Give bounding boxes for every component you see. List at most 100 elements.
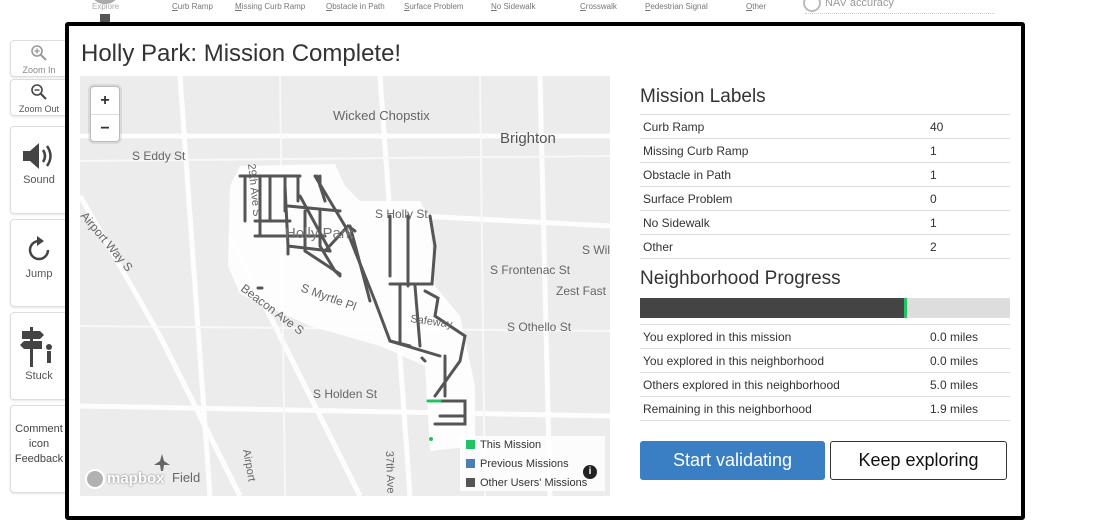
row-value: 1.9 miles	[927, 396, 1010, 421]
mission-labels-title: Mission Labels	[640, 86, 766, 107]
row-label: Others explored in this neighborhood	[640, 372, 927, 397]
table-row: Remaining in this neighborhood 1.9 miles	[640, 396, 1010, 421]
swatch-this-mission	[466, 440, 475, 449]
swatch-other-users	[466, 478, 475, 487]
map-label-holden: S Holden St	[313, 387, 378, 401]
table-row: Obstacle in Path 1	[640, 162, 1010, 187]
map-label-wicked-chopstix: Wicked Chopstix	[333, 108, 430, 123]
row-value: 40	[927, 114, 1010, 139]
nav-accuracy-label: NAV accuracy	[825, 0, 894, 9]
modal-title: Holly Park: Mission Complete!	[81, 40, 402, 67]
map-label-zest: Zest Fast	[556, 284, 607, 298]
row-label: Other	[640, 234, 927, 259]
toolbar-no-sidewalk[interactable]: No Sidewalk	[491, 2, 535, 11]
refresh-icon	[28, 236, 50, 261]
row-label: Surface Problem	[640, 186, 927, 211]
map-zoom-control: + −	[90, 86, 120, 142]
mapbox-icon	[85, 469, 105, 489]
keep-exploring-button[interactable]: Keep exploring	[830, 441, 1007, 480]
table-row: Curb Ramp 40	[640, 114, 1010, 139]
table-row: No Sidewalk 1	[640, 210, 1010, 235]
map-label-37th: 37th Ave S	[383, 451, 397, 496]
table-row: You explored in this mission 0.0 miles	[640, 324, 1010, 349]
toolbar-crosswalk[interactable]: Crosswalk	[580, 2, 617, 11]
comment-icon: Comment icon	[15, 423, 63, 450]
zoom-out-button[interactable]: Zoom Out	[10, 79, 68, 116]
row-label: You explored in this neighborhood	[640, 348, 927, 373]
neighborhood-progress-bar	[640, 298, 1010, 318]
mapbox-label: mapbox	[107, 469, 165, 487]
stuck-button[interactable]: Stuck	[10, 312, 68, 400]
nav-accuracy: NAV accuracy	[803, 0, 894, 12]
map-label-eddy: S Eddy St	[132, 149, 186, 163]
row-value: 1	[927, 210, 1010, 235]
map-label-holly-park: Holly Park	[285, 225, 354, 242]
neighborhood-map[interactable]: Wicked Chopstix Brighton S Eddy St 29th …	[80, 76, 610, 496]
neighborhood-progress-table: You explored in this mission 0.0 miles Yo…	[640, 324, 1010, 421]
map-zoom-out-button[interactable]: −	[91, 114, 119, 142]
map-label-airport: Airport	[240, 448, 257, 482]
action-buttons: Start validating Keep exploring	[640, 441, 1010, 481]
legend-label: Previous Missions	[480, 458, 569, 470]
legend-label: Other Users' Missions	[480, 477, 588, 489]
jump-button[interactable]: Jump	[10, 219, 68, 307]
label-toolbar: Explore Curb Ramp Missing Curb Ramp Obst…	[0, 0, 1106, 22]
zoom-in-label: Zoom In	[22, 65, 56, 75]
explore-indicator	[100, 14, 110, 22]
table-row: Missing Curb Ramp 1	[640, 138, 1010, 163]
row-label: You explored in this mission	[640, 324, 927, 349]
zoom-in-button[interactable]: Zoom In	[10, 40, 68, 77]
table-row: Other 2	[640, 234, 1010, 259]
sound-button[interactable]: Sound	[10, 126, 68, 214]
toolbar-other[interactable]: Other	[746, 2, 766, 11]
map-label-wil: S Wil	[582, 243, 610, 257]
zoom-out-icon	[31, 84, 47, 100]
row-value: 5.0 miles	[927, 372, 1010, 397]
progress-fill	[640, 298, 907, 318]
table-row: Others explored in this neighborhood 5.0 …	[640, 372, 1010, 397]
row-value: 0.0 miles	[927, 324, 1010, 349]
row-label: Missing Curb Ramp	[640, 138, 927, 163]
row-value: 2	[927, 234, 1010, 259]
row-value: 0.0 miles	[927, 348, 1010, 373]
map-legend: This Mission Previous Missions Other Use…	[460, 436, 605, 491]
table-row: Surface Problem 0	[640, 186, 1010, 211]
stuck-label: Stuck	[25, 370, 53, 382]
row-label: Remaining in this neighborhood	[640, 396, 927, 421]
neighborhood-progress-title: Neighborhood Progress	[640, 268, 841, 289]
zoom-in-icon	[31, 45, 47, 61]
toolbar-pedestrian-signal[interactable]: Pedestrian Signal	[645, 2, 708, 11]
feedback-label: Feedback	[14, 453, 64, 465]
jump-label: Jump	[25, 268, 53, 280]
mapbox-logo[interactable]: mapbox	[85, 469, 165, 489]
start-validating-button[interactable]: Start validating	[640, 441, 825, 480]
mission-summary-panel: Mission Labels Curb Ramp 40 Missing Curb …	[640, 86, 1010, 481]
legend-item: Other Users' Missions	[460, 474, 605, 493]
explore-label: Explore	[92, 2, 120, 11]
mission-complete-modal: Holly Park: Mission Complete! Wicked Cho…	[65, 22, 1025, 520]
zoom-out-label: Zoom Out	[18, 104, 59, 114]
toolbar-missing-curb-ramp[interactable]: Missing Curb Ramp	[235, 2, 305, 11]
table-row: You explored in this neighborhood 0.0 mil…	[640, 348, 1010, 373]
legend-label: This Mission	[480, 439, 542, 451]
map-label-othello: S Othello St	[507, 320, 572, 334]
map-zoom-in-button[interactable]: +	[91, 87, 119, 114]
map-label-frontenac: S Frontenac St	[490, 263, 571, 277]
row-label: Curb Ramp	[640, 114, 927, 139]
mission-labels-table: Curb Ramp 40 Missing Curb Ramp 1 Obstacle …	[640, 114, 1010, 259]
info-icon[interactable]: i	[583, 465, 597, 479]
feedback-button[interactable]: Comment icon Feedback	[10, 405, 68, 493]
toolbar-surface-problem[interactable]: Surface Problem	[404, 2, 464, 11]
row-value: 1	[927, 162, 1010, 187]
target-icon	[803, 0, 821, 12]
map-label-holly-st: S Holly St	[375, 207, 428, 221]
divider	[805, 13, 995, 14]
map-label-airport-way: Airport Way S	[80, 209, 136, 274]
speaker-icon	[23, 143, 52, 169]
row-label: Obstacle in Path	[640, 162, 927, 187]
toolbar-obstacle[interactable]: Obstacle in Path	[326, 2, 385, 11]
progress-mission-marker	[904, 298, 908, 318]
toolbar-curb-ramp[interactable]: Curb Ramp	[172, 2, 213, 11]
row-value: 0	[927, 186, 1010, 211]
sound-label: Sound	[23, 174, 55, 186]
